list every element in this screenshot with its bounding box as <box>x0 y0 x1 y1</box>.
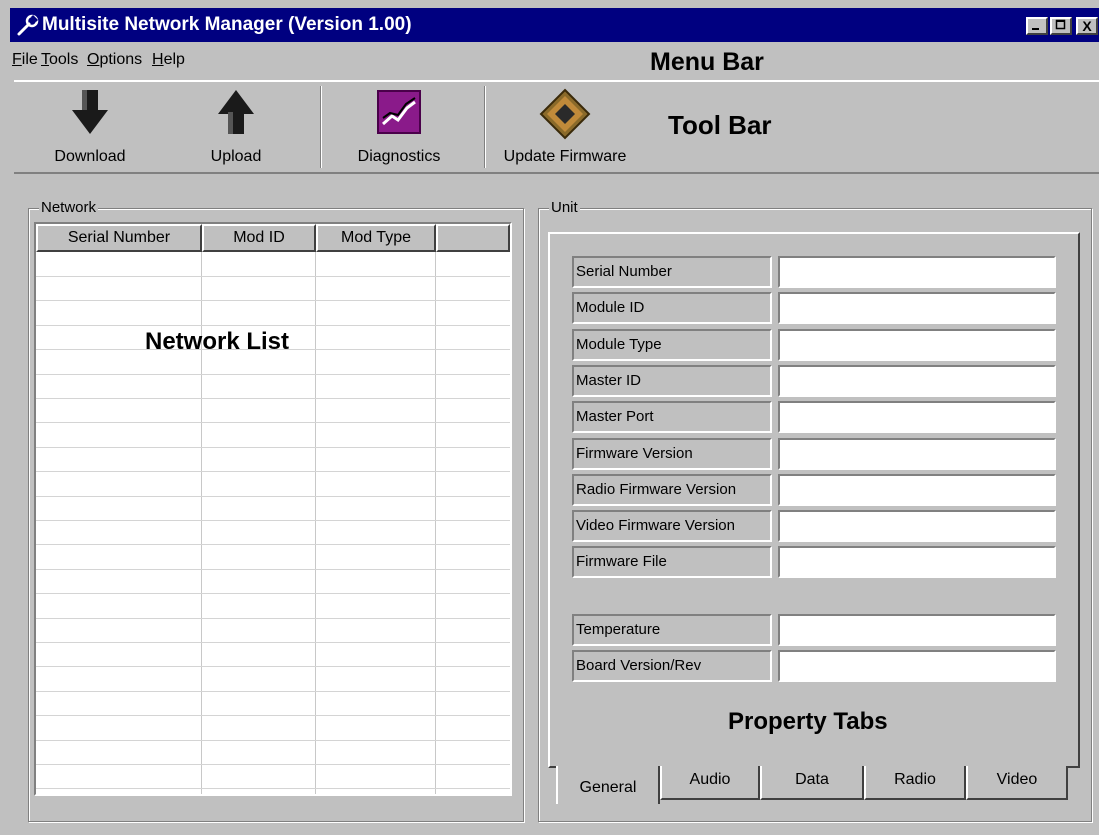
field-label-radio-firmware-version: Radio Firmware Version <box>572 473 772 506</box>
field-value-temperature[interactable] <box>778 614 1056 646</box>
grid-line <box>435 252 436 794</box>
grid-line <box>36 740 510 741</box>
grid-line <box>36 715 510 716</box>
field-value-serial-number[interactable] <box>778 256 1056 288</box>
tab-data[interactable]: Data <box>760 766 864 800</box>
annotation-tool-bar: Tool Bar <box>668 110 772 140</box>
field-value-master-port[interactable] <box>778 401 1056 434</box>
grid-line <box>36 788 510 789</box>
annotation-property-tabs: Property Tabs <box>728 708 888 735</box>
diagnostics-button[interactable]: Diagnostics <box>344 86 454 172</box>
grid-line <box>36 593 510 594</box>
field-label-firmware-file: Firmware File <box>572 546 772 579</box>
download-button[interactable]: Download <box>36 86 144 172</box>
annotation-network-list: Network List <box>145 328 290 355</box>
grid-line <box>36 422 510 423</box>
minimize-button[interactable] <box>1026 17 1048 35</box>
tab-audio[interactable]: Audio <box>660 766 760 800</box>
grid-line <box>36 276 510 277</box>
field-label-board-version-rev: Board Version/Rev <box>572 650 772 682</box>
menu-bar: File Tools Options Help <box>10 44 1099 74</box>
grid-line <box>36 520 510 521</box>
grid-line <box>315 252 316 794</box>
upload-button[interactable]: Upload <box>196 86 276 172</box>
column-header-extra[interactable] <box>436 224 510 252</box>
grid-line <box>36 691 510 692</box>
annotation-menu-bar: Menu Bar <box>650 48 764 76</box>
network-group-label: Network <box>39 199 99 216</box>
tab-video[interactable]: Video <box>966 766 1068 800</box>
maximize-icon <box>1055 19 1066 30</box>
field-value-firmware-version[interactable] <box>778 437 1056 470</box>
field-label-module-type: Module Type <box>572 328 772 361</box>
minimize-icon <box>1032 28 1039 30</box>
network-list[interactable]: Serial Number Mod ID Mod Type <box>34 222 512 796</box>
update-firmware-button[interactable]: Update Firmware <box>490 86 640 172</box>
field-value-video-firmware-version[interactable] <box>778 510 1056 543</box>
grid-line <box>36 300 510 301</box>
tab-radio[interactable]: Radio <box>864 766 966 800</box>
unit-group-label: Unit <box>549 199 580 216</box>
field-value-module-type[interactable] <box>778 328 1056 361</box>
column-header-mod-type[interactable]: Mod Type <box>316 224 436 252</box>
field-value-master-id[interactable] <box>778 364 1056 397</box>
upload-label: Upload <box>210 148 262 165</box>
grid-line <box>36 544 510 545</box>
grid-line <box>36 325 510 326</box>
property-tab-panel: Serial Number Module ID Module Type Master … <box>548 232 1080 768</box>
field-label-temperature: Temperature <box>572 614 772 646</box>
update-firmware-label: Update Firmware <box>503 148 627 165</box>
field-value-radio-firmware-version[interactable] <box>778 473 1056 506</box>
field-label-video-firmware-version: Video Firmware Version <box>572 510 772 543</box>
close-button[interactable]: X <box>1076 17 1098 35</box>
menu-options[interactable]: Options <box>87 51 142 69</box>
grid-line <box>36 447 510 448</box>
field-label-master-id: Master ID <box>572 364 772 397</box>
toolbar-separator <box>320 86 322 168</box>
field-label-module-id: Module ID <box>572 292 772 325</box>
grid-line <box>36 471 510 472</box>
diagnostics-chart-icon <box>377 90 421 134</box>
grid-line <box>36 398 510 399</box>
grid-line <box>36 374 510 375</box>
column-header-serial-number[interactable]: Serial Number <box>36 224 202 252</box>
download-label: Download <box>54 148 126 165</box>
field-value-board-version-rev[interactable] <box>778 650 1056 682</box>
field-label-serial-number: Serial Number <box>572 256 772 288</box>
field-label-firmware-version: Firmware Version <box>572 437 772 470</box>
tab-general[interactable]: General <box>556 766 660 804</box>
toolbar-separator <box>484 86 486 168</box>
download-arrow-icon <box>72 90 108 134</box>
diagnostics-label: Diagnostics <box>357 148 441 165</box>
close-icon: X <box>1082 18 1092 34</box>
tool-bar: Download Upload Diagnostics Update Firmw… <box>14 80 1099 174</box>
grid-line <box>36 569 510 570</box>
grid-line <box>36 496 510 497</box>
maximize-button[interactable] <box>1050 17 1072 35</box>
menu-help[interactable]: Help <box>152 51 185 69</box>
wrench-icon <box>17 14 39 36</box>
field-value-firmware-file[interactable] <box>778 546 1056 579</box>
upload-arrow-icon <box>218 90 254 134</box>
window-title: Multisite Network Manager (Version 1.00) <box>42 14 412 35</box>
menu-file[interactable]: File <box>12 51 38 69</box>
grid-line <box>36 764 510 765</box>
title-bar: Multisite Network Manager (Version 1.00)… <box>10 8 1099 42</box>
chip-icon <box>539 88 591 140</box>
grid-line <box>36 666 510 667</box>
menu-tools[interactable]: Tools <box>41 51 78 69</box>
grid-line <box>36 642 510 643</box>
field-label-master-port: Master Port <box>572 401 772 434</box>
column-header-mod-id[interactable]: Mod ID <box>202 224 316 252</box>
grid-line <box>36 618 510 619</box>
field-value-module-id[interactable] <box>778 292 1056 325</box>
